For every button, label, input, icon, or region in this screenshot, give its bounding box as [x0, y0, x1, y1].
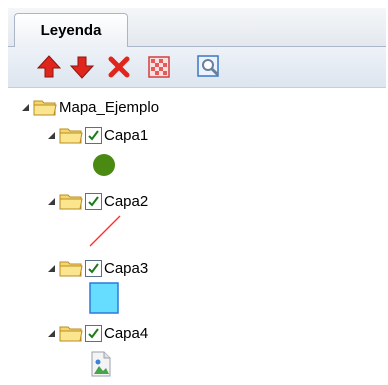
layer-label: Capa1 [104, 126, 149, 144]
move-down-button[interactable] [68, 53, 96, 81]
point-symbol-icon [93, 154, 115, 176]
layer-visibility-checkbox[interactable] [85, 324, 102, 342]
root-label: Mapa_Ejemplo [59, 98, 160, 116]
tab-strip: Leyenda [8, 8, 386, 47]
folder-icon [33, 100, 57, 116]
legend-toolbar [8, 47, 386, 88]
folder-icon [59, 261, 83, 277]
layer-style-icon [148, 56, 170, 78]
folder-icon [59, 194, 83, 210]
expand-arrow-icon[interactable] [46, 328, 56, 338]
checkmark-icon [88, 195, 99, 207]
checkmark-icon [88, 262, 99, 274]
expand-arrow-icon[interactable] [46, 263, 56, 273]
broken-image-icon [91, 351, 111, 377]
tree-node-layer[interactable]: Capa1 [46, 122, 148, 148]
layer-tree: Mapa_Ejemplo Capa1 Capa2 Capa3 Capa4 [8, 88, 386, 385]
move-up-button[interactable] [35, 53, 63, 81]
checkmark-icon [88, 129, 99, 141]
checkmark-icon [88, 327, 99, 339]
move-up-icon [36, 55, 62, 78]
layer-label: Capa4 [104, 324, 149, 342]
tree-node-root[interactable]: Mapa_Ejemplo [20, 94, 159, 120]
tree-node-layer[interactable]: Capa3 [46, 255, 148, 281]
folder-icon [59, 326, 83, 342]
expand-arrow-icon[interactable] [46, 130, 56, 140]
delete-button[interactable] [105, 53, 133, 81]
polygon-symbol-icon [89, 282, 119, 314]
layer-label: Capa2 [104, 192, 149, 210]
line-symbol-icon [89, 215, 121, 247]
layer-label: Capa3 [104, 259, 149, 277]
layer-style-button[interactable] [145, 53, 173, 81]
move-down-icon [69, 56, 95, 79]
tab-legend[interactable]: Leyenda [14, 13, 128, 47]
zoom-to-layer-icon [197, 55, 219, 77]
layer-visibility-checkbox[interactable] [85, 192, 102, 210]
legend-panel: Leyenda Mapa_Ejemplo Capa1 Capa2 Capa3 C… [0, 0, 388, 385]
tree-node-layer[interactable]: Capa2 [46, 188, 148, 214]
expand-arrow-icon[interactable] [46, 196, 56, 206]
tree-node-layer[interactable]: Capa4 [46, 320, 148, 346]
folder-icon [59, 128, 83, 144]
expand-arrow-icon[interactable] [20, 102, 30, 112]
zoom-to-layer-button[interactable] [195, 53, 223, 81]
layer-visibility-checkbox[interactable] [85, 126, 102, 144]
layer-visibility-checkbox[interactable] [85, 259, 102, 277]
delete-icon [108, 56, 130, 78]
